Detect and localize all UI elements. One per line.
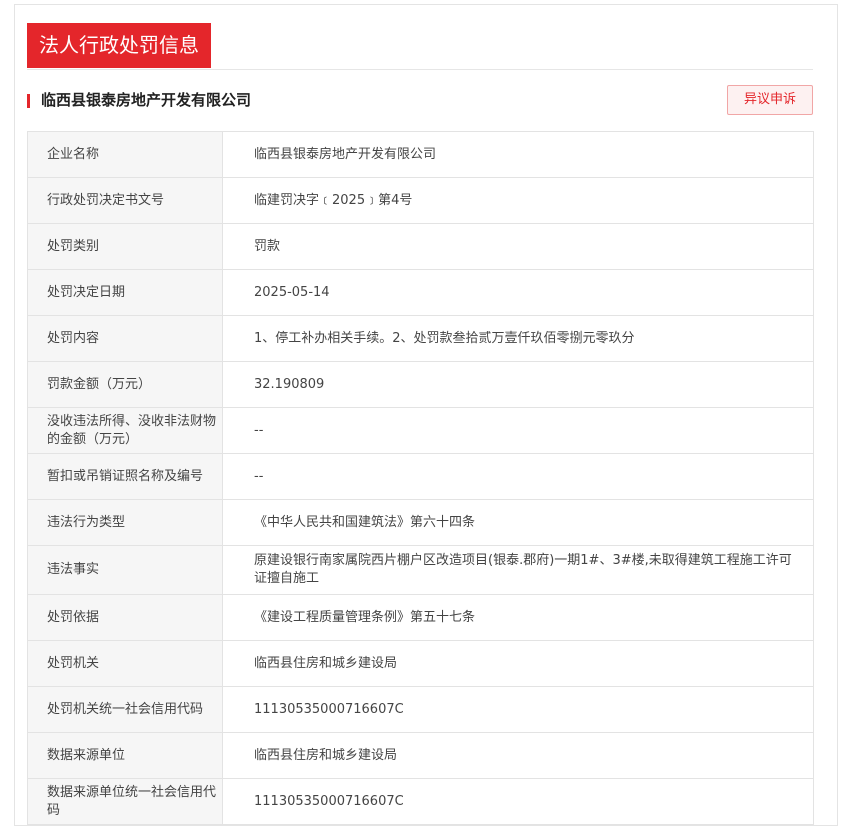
- row-value: 《中华人民共和国建筑法》第六十四条: [222, 499, 814, 546]
- table-row: 违法事实 原建设银行南家属院西片棚户区改造项目(银泰.郡府)一期1#、3#楼,未…: [27, 545, 814, 595]
- row-value: 32.190809: [222, 361, 814, 408]
- row-value: 临西县住房和城乡建设局: [222, 732, 814, 779]
- table-row: 数据来源单位统一社会信用代码 11130535000716607C: [27, 778, 814, 825]
- row-label: 行政处罚决定书文号: [27, 177, 223, 224]
- row-label: 处罚决定日期: [27, 269, 223, 316]
- row-label: 没收违法所得、没收非法财物的金额（万元）: [27, 407, 223, 454]
- row-value: 1、停工补办相关手续。2、处罚款叁拾贰万壹仟玖佰零捌元零玖分: [222, 315, 814, 362]
- row-label: 处罚内容: [27, 315, 223, 362]
- table-row: 没收违法所得、没收非法财物的金额（万元） --: [27, 407, 814, 454]
- row-label: 企业名称: [27, 131, 223, 178]
- row-label: 违法行为类型: [27, 499, 223, 546]
- row-label: 数据来源单位: [27, 732, 223, 779]
- row-label: 处罚机关: [27, 640, 223, 687]
- row-label: 违法事实: [27, 545, 223, 595]
- row-value: 临建罚决字﹝2025﹞第4号: [222, 177, 814, 224]
- company-header: 临西县银泰房地产开发有限公司 异议申诉: [27, 85, 813, 117]
- row-value: 《建设工程质量管理条例》第五十七条: [222, 594, 814, 641]
- row-value: --: [222, 407, 814, 454]
- table-row: 处罚机关统一社会信用代码 11130535000716607C: [27, 686, 814, 733]
- row-label: 罚款金额（万元）: [27, 361, 223, 408]
- section-header: 法人行政处罚信息: [27, 23, 813, 70]
- row-label: 处罚依据: [27, 594, 223, 641]
- row-label: 数据来源单位统一社会信用代码: [27, 778, 223, 825]
- row-value: 11130535000716607C: [222, 686, 814, 733]
- objection-button[interactable]: 异议申诉: [727, 85, 813, 115]
- row-value: 11130535000716607C: [222, 778, 814, 825]
- table-row: 暂扣或吊销证照名称及编号 --: [27, 453, 814, 500]
- red-marker-bar: [27, 94, 30, 108]
- row-value: 罚款: [222, 223, 814, 270]
- row-value: 2025-05-14: [222, 269, 814, 316]
- row-value: 临西县住房和城乡建设局: [222, 640, 814, 687]
- table-row: 处罚类别 罚款: [27, 223, 814, 270]
- row-label: 暂扣或吊销证照名称及编号: [27, 453, 223, 500]
- row-label: 处罚类别: [27, 223, 223, 270]
- table-row: 企业名称 临西县银泰房地产开发有限公司: [27, 131, 814, 178]
- table-row: 违法行为类型 《中华人民共和国建筑法》第六十四条: [27, 499, 814, 546]
- table-row: 行政处罚决定书文号 临建罚决字﹝2025﹞第4号: [27, 177, 814, 224]
- table-row: 处罚依据 《建设工程质量管理条例》第五十七条: [27, 594, 814, 641]
- company-name: 临西县银泰房地产开发有限公司: [41, 91, 252, 109]
- row-label: 处罚机关统一社会信用代码: [27, 686, 223, 733]
- section-title: 法人行政处罚信息: [27, 23, 211, 68]
- table-row: 罚款金额（万元） 32.190809: [27, 361, 814, 408]
- table-row: 数据来源单位 临西县住房和城乡建设局: [27, 732, 814, 779]
- penalty-info-table: 企业名称 临西县银泰房地产开发有限公司 行政处罚决定书文号 临建罚决字﹝2025…: [27, 131, 814, 825]
- row-value: 临西县银泰房地产开发有限公司: [222, 131, 814, 178]
- table-row: 处罚内容 1、停工补办相关手续。2、处罚款叁拾贰万壹仟玖佰零捌元零玖分: [27, 315, 814, 362]
- penalty-panel: 法人行政处罚信息 临西县银泰房地产开发有限公司 异议申诉 企业名称 临西县银泰房…: [14, 4, 838, 826]
- table-row: 处罚机关 临西县住房和城乡建设局: [27, 640, 814, 687]
- table-row: 处罚决定日期 2025-05-14: [27, 269, 814, 316]
- row-value: --: [222, 453, 814, 500]
- row-value: 原建设银行南家属院西片棚户区改造项目(银泰.郡府)一期1#、3#楼,未取得建筑工…: [222, 545, 814, 595]
